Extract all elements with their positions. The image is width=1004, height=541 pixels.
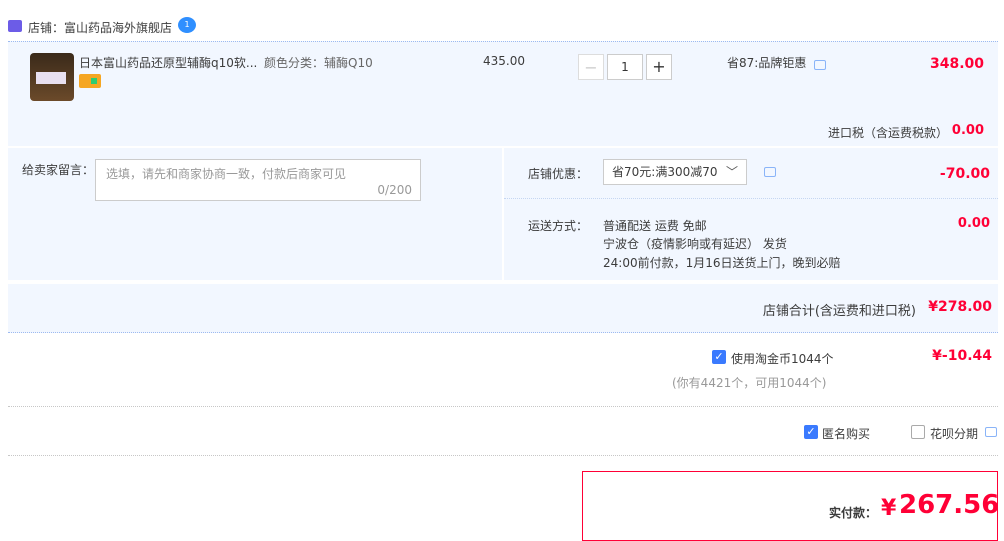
chat-icon[interactable]: 1 (178, 17, 196, 33)
unit-price: 435.00 (483, 54, 525, 68)
shop-icon (8, 20, 22, 32)
divider (504, 198, 998, 199)
comment-bubble-icon[interactable] (985, 427, 997, 437)
divider (8, 455, 998, 456)
product-thumbnail-label (36, 72, 66, 84)
seller-note-placeholder: 选填，请先和商家协商一致，付款后商家可见 (106, 167, 347, 181)
shop-total-row: 店铺合计(含运费和进口税) ¥278.00 (8, 284, 998, 333)
seller-note-input[interactable]: 选填，请先和商家协商一致，付款后商家可见 0/200 (95, 159, 421, 201)
shop-label-text: 店铺： (28, 21, 65, 35)
promo-shipping-section: 店铺优惠： 省70元:满300减70 ﹀ -70.00 运送方式： 普通配送 运… (504, 148, 998, 280)
shop-name-link[interactable]: 富山药品海外旗舰店 (64, 21, 172, 35)
shop-promo-value: -70.00 (939, 166, 990, 182)
comment-bubble-icon[interactable] (764, 167, 776, 177)
shop-total-value: ¥278.00 (928, 299, 992, 315)
product-title[interactable]: 日本富山药品还原型辅酶q10软... (79, 54, 257, 71)
use-coins-checkbox[interactable]: ✓ (712, 350, 726, 364)
quantity-increase-button[interactable]: + (646, 54, 672, 80)
huabei-installment-label: 花呗分期 (930, 427, 979, 441)
huabei-installment-checkbox[interactable] (911, 425, 925, 439)
credit-card-icon (79, 74, 101, 88)
shop-promo-select[interactable]: 省70元:满300减70 ﹀ (603, 159, 747, 185)
anonymous-purchase-label: 匿名购买 (822, 427, 871, 441)
shipping-method: 普通配送 运费 免邮 (603, 219, 707, 233)
divider (8, 406, 998, 407)
seller-note-label: 给卖家留言： (22, 163, 95, 177)
payment-currency: ¥ (881, 496, 897, 521)
payment-amount: 267.56 (899, 490, 1000, 520)
shop-total-label: 店铺合计(含运费和进口税) (762, 304, 916, 319)
seller-note-count: 0/200 (377, 183, 412, 197)
import-tax-value: 0.00 (951, 123, 984, 138)
shipping-warehouse: 宁波仓（疫情影响或有延迟） 发货 (603, 237, 787, 251)
shop-promo-label: 店铺优惠： (528, 167, 589, 181)
quantity-input[interactable]: 1 (607, 54, 643, 80)
payment-label: 实付款： (829, 506, 878, 520)
shipping-fee: 0.00 (957, 216, 990, 231)
product-sku: 颜色分类：辅酶Q10 (264, 56, 373, 70)
coins-balance: (你有4421个，可用1044个) (672, 376, 827, 390)
comment-bubble-icon[interactable] (814, 60, 826, 70)
shop-label: 店铺：富山药品海外旗舰店 (28, 19, 172, 36)
chevron-down-icon: ﹀ (725, 165, 738, 179)
seller-note-section: 给卖家留言： 选填，请先和商家协商一致，付款后商家可见 0/200 (8, 148, 502, 280)
use-coins-label: 使用淘金币1044个 (731, 352, 834, 366)
shipping-delivery-promise: 24:00前付款，1月16日送货上门，晚到必赔 (603, 256, 841, 270)
quantity-decrease-button[interactable]: − (578, 54, 604, 80)
coins-discount-value: ¥-10.44 (932, 348, 992, 364)
shop-promo-selected: 省70元:满300减70 (612, 165, 718, 179)
shipping-label: 运送方式： (528, 219, 589, 233)
import-tax-label: 进口税（含运费税款） (827, 126, 948, 140)
item-subtotal: 348.00 (929, 56, 984, 72)
anonymous-purchase-checkbox[interactable]: ✓ (804, 425, 818, 439)
shop-header: 店铺：富山药品海外旗舰店 1 (0, 14, 1004, 40)
payment-summary-box: 实付款： ¥ 267.56 (582, 471, 1000, 541)
order-item-row: 日本富山药品还原型辅酶q10软... 颜色分类：辅酶Q10 435.00 − 1… (8, 41, 998, 146)
discount-text: 省87:品牌钜惠 (727, 56, 807, 70)
